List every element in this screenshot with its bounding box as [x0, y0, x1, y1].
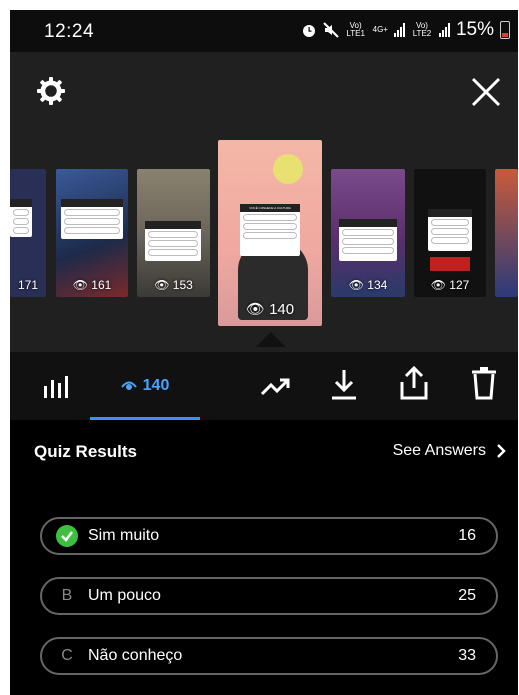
story-thumbnail[interactable] [495, 169, 518, 297]
eye-icon [120, 381, 137, 390]
battery-icon [500, 21, 510, 39]
views-count: 140 [142, 377, 170, 394]
answer-count: 33 [458, 647, 476, 664]
story-views: 👁 161 [72, 278, 112, 292]
answer-letter: B [61, 587, 73, 604]
insight-tabs: 140 [10, 352, 518, 420]
close-icon[interactable] [470, 76, 502, 108]
sim1-label: Vo) LTE1 [346, 21, 365, 38]
share-icon[interactable] [398, 366, 430, 400]
see-answers-link[interactable]: See Answers [393, 442, 506, 460]
alarm-icon [302, 25, 315, 37]
gear-icon[interactable] [36, 76, 66, 106]
quiz-answer-b[interactable]: B Um pouco 25 [40, 577, 498, 615]
quiz-sticker-preview [428, 209, 472, 251]
answer-label: Sim muito [88, 527, 160, 544]
clock: 12:24 [44, 21, 95, 42]
story-character-hair [273, 154, 303, 184]
bar-chart-icon[interactable] [42, 372, 70, 400]
story-views: 👁 140 [245, 301, 295, 318]
answer-count: 16 [458, 527, 476, 544]
story-artwork [430, 257, 470, 271]
checkmark-icon [56, 525, 78, 547]
status-bar: 12:24 Vo) LTE1 4G+ Vo) LTE2 15% [10, 10, 518, 52]
quiz-answer-c[interactable]: C Não conheço 33 [40, 637, 498, 675]
story-carousel-area: 171 👁 161 👁 153 VOCÊ CONHECE A CULTURA C… [10, 52, 518, 352]
quiz-answer-a[interactable]: Sim muito 16 [40, 517, 498, 555]
story-viewer-screen: 12:24 Vo) LTE1 4G+ Vo) LTE2 15% 171 👁 16… [10, 10, 518, 695]
quiz-results-title: Quiz Results [34, 442, 137, 461]
status-icons: Vo) LTE1 4G+ Vo) LTE2 15% [301, 19, 510, 41]
selection-caret [256, 332, 286, 347]
see-answers-label: See Answers [392, 442, 486, 459]
network-label: 4G+ [372, 25, 388, 34]
story-views: 👁 153 [154, 278, 193, 292]
download-icon[interactable] [330, 368, 358, 400]
story-thumbnail[interactable]: 171 [10, 169, 46, 297]
quiz-results-panel: Quiz Results See Answers Sim muito 16 B … [10, 420, 518, 695]
chevron-right-icon [497, 444, 506, 458]
answer-label: Um pouco [88, 587, 161, 604]
tab-viewers[interactable]: 140 [90, 352, 200, 420]
quiz-sticker-preview [339, 219, 397, 261]
story-thumbnail[interactable]: 👁 153 [137, 169, 210, 297]
story-thumbnail[interactable]: 👁 161 [56, 169, 128, 297]
story-views: 👁 134 [348, 278, 388, 292]
signal-2-icon [438, 23, 450, 37]
trash-icon[interactable] [470, 366, 498, 400]
answer-letter: C [61, 647, 73, 664]
story-views: 171 [17, 278, 39, 292]
signal-icon [393, 23, 405, 37]
story-views: 👁 127 [430, 278, 470, 292]
answer-count: 25 [458, 587, 476, 604]
mute-icon [322, 22, 339, 38]
sim2-label: Vo) LTE2 [412, 21, 432, 38]
quiz-sticker-preview [10, 199, 32, 237]
answer-label: Não conheço [88, 647, 183, 664]
story-thumbnail[interactable]: 👁 134 [331, 169, 405, 297]
story-thumbnail-selected[interactable]: VOCÊ CONHECE A CULTURA CYBERPUNK? 👁 140 [218, 140, 322, 326]
quiz-sticker-preview: VOCÊ CONHECE A CULTURA CYBERPUNK? [240, 204, 300, 256]
trending-up-icon[interactable] [260, 372, 292, 400]
battery-percent: 15% [455, 19, 494, 40]
quiz-sticker-preview [61, 199, 123, 239]
quiz-question: VOCÊ CONHECE A CULTURA CYBERPUNK? [240, 204, 300, 212]
story-thumbnail[interactable]: 👁 127 [414, 169, 486, 297]
quiz-sticker-preview [145, 221, 201, 261]
